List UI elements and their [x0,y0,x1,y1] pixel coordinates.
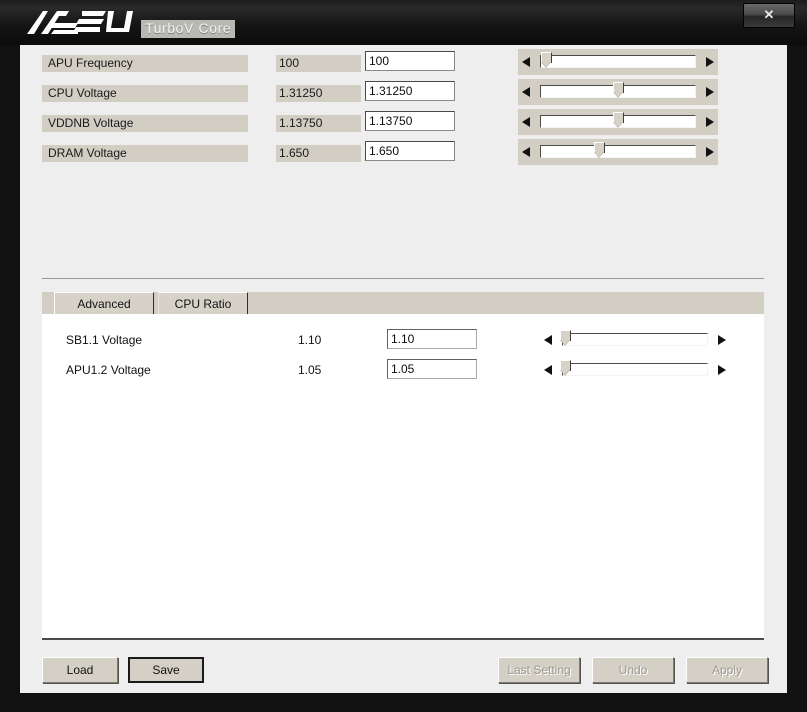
main-slider-0[interactable] [518,49,718,75]
asus-logo [27,11,133,34]
parameter-input[interactable] [365,141,455,161]
slider-track[interactable] [540,82,696,100]
slider-decrement-arrow-icon[interactable] [544,335,552,345]
slider-track[interactable] [559,330,708,348]
main-slider-2[interactable] [518,109,718,135]
slider-increment-arrow-icon[interactable] [718,365,726,375]
slider-decrement-arrow-icon[interactable] [522,57,530,67]
slider-thumb[interactable] [594,142,606,158]
title-bar: TurboV Core ✕ [0,0,807,45]
advanced-parameter-label: APU1.2 Voltage [66,363,151,377]
slider-track-groove [562,333,708,346]
advanced-slider-1[interactable] [540,357,730,383]
advanced-parameter-row: APU1.2 Voltage 1.05 [42,359,764,392]
slider-thumb[interactable] [559,360,571,376]
slider-increment-arrow-icon[interactable] [706,147,714,157]
window-body: APU Frequency 100 CPU Voltage 1.31250 VDDNB … [20,45,787,693]
advanced-parameter-input[interactable] [387,329,477,349]
undo-button[interactable]: Undo [592,657,674,683]
parameter-row: DRAM Voltage 1.650 [20,139,787,175]
advanced-slider-0[interactable] [540,327,730,353]
slider-track[interactable] [540,142,696,160]
advanced-slider-holder [540,327,730,351]
parameter-input[interactable] [365,51,455,71]
apply-button[interactable]: Apply [686,657,768,683]
slider-increment-arrow-icon[interactable] [706,117,714,127]
last-setting-button[interactable]: Last Setting [498,657,580,683]
parameter-label: DRAM Voltage [42,145,248,162]
turbov-core-window: TurboV Core ✕ APU Frequency 100 CPU Voltag… [0,0,807,712]
slider-track-groove [540,145,696,158]
slider-thumb-tip-inner [560,370,569,375]
slider-track[interactable] [559,360,708,378]
parameter-current-value: 1.31250 [276,85,361,102]
app-title: TurboV Core [141,20,236,38]
slider-thumb-tip-inner [542,62,551,67]
main-slider-1[interactable] [518,79,718,105]
slider-thumb-tip-inner [614,122,622,127]
slider-track[interactable] [540,52,696,70]
slider-thumb-tip-inner [614,92,622,97]
advanced-tab-panel: SB1.1 Voltage 1.10 APU1.2 Voltage 1.05 [42,314,764,640]
close-icon[interactable]: ✕ [743,3,795,28]
load-button[interactable]: Load [42,657,118,683]
main-parameter-grid: APU Frequency 100 CPU Voltage 1.31250 VDDNB … [20,49,787,175]
parameter-label: VDDNB Voltage [42,115,248,132]
advanced-parameter-input[interactable] [387,359,477,379]
parameter-input[interactable] [365,81,455,101]
slider-track-groove [562,363,708,376]
advanced-parameter-grid: SB1.1 Voltage 1.10 APU1.2 Voltage 1.05 [42,329,764,392]
slider-increment-arrow-icon[interactable] [718,335,726,345]
tab-strip: Advanced CPU Ratio [42,292,764,314]
main-slider-3[interactable] [518,139,718,165]
slider-increment-arrow-icon[interactable] [706,57,714,67]
parameter-current-value: 1.650 [276,145,361,162]
slider-decrement-arrow-icon[interactable] [544,365,552,375]
parameter-current-value: 100 [276,55,361,72]
slider-decrement-arrow-icon[interactable] [522,87,530,97]
tab-advanced[interactable]: Advanced [54,292,154,314]
parameter-label: CPU Voltage [42,85,248,102]
slider-track-groove [540,55,696,68]
slider-thumb-tip-inner [595,152,604,157]
parameter-input[interactable] [365,111,455,131]
slider-thumb[interactable] [541,52,553,68]
advanced-parameter-current-value: 1.05 [298,363,322,377]
parameter-current-value: 1.13750 [276,115,361,132]
advanced-parameter-label: SB1.1 Voltage [66,333,143,347]
advanced-slider-holder [540,357,730,381]
slider-thumb[interactable] [559,330,571,346]
slider-thumb-tip-inner [560,340,569,345]
parameter-label: APU Frequency [42,55,248,72]
advanced-parameter-current-value: 1.10 [298,333,322,347]
tab-cpu-ratio[interactable]: CPU Ratio [158,292,248,314]
slider-thumb[interactable] [613,112,624,128]
section-divider [42,278,764,279]
slider-track[interactable] [540,112,696,130]
slider-decrement-arrow-icon[interactable] [522,147,530,157]
slider-increment-arrow-icon[interactable] [706,87,714,97]
save-button[interactable]: Save [128,657,204,683]
slider-decrement-arrow-icon[interactable] [522,117,530,127]
slider-thumb[interactable] [613,82,624,98]
